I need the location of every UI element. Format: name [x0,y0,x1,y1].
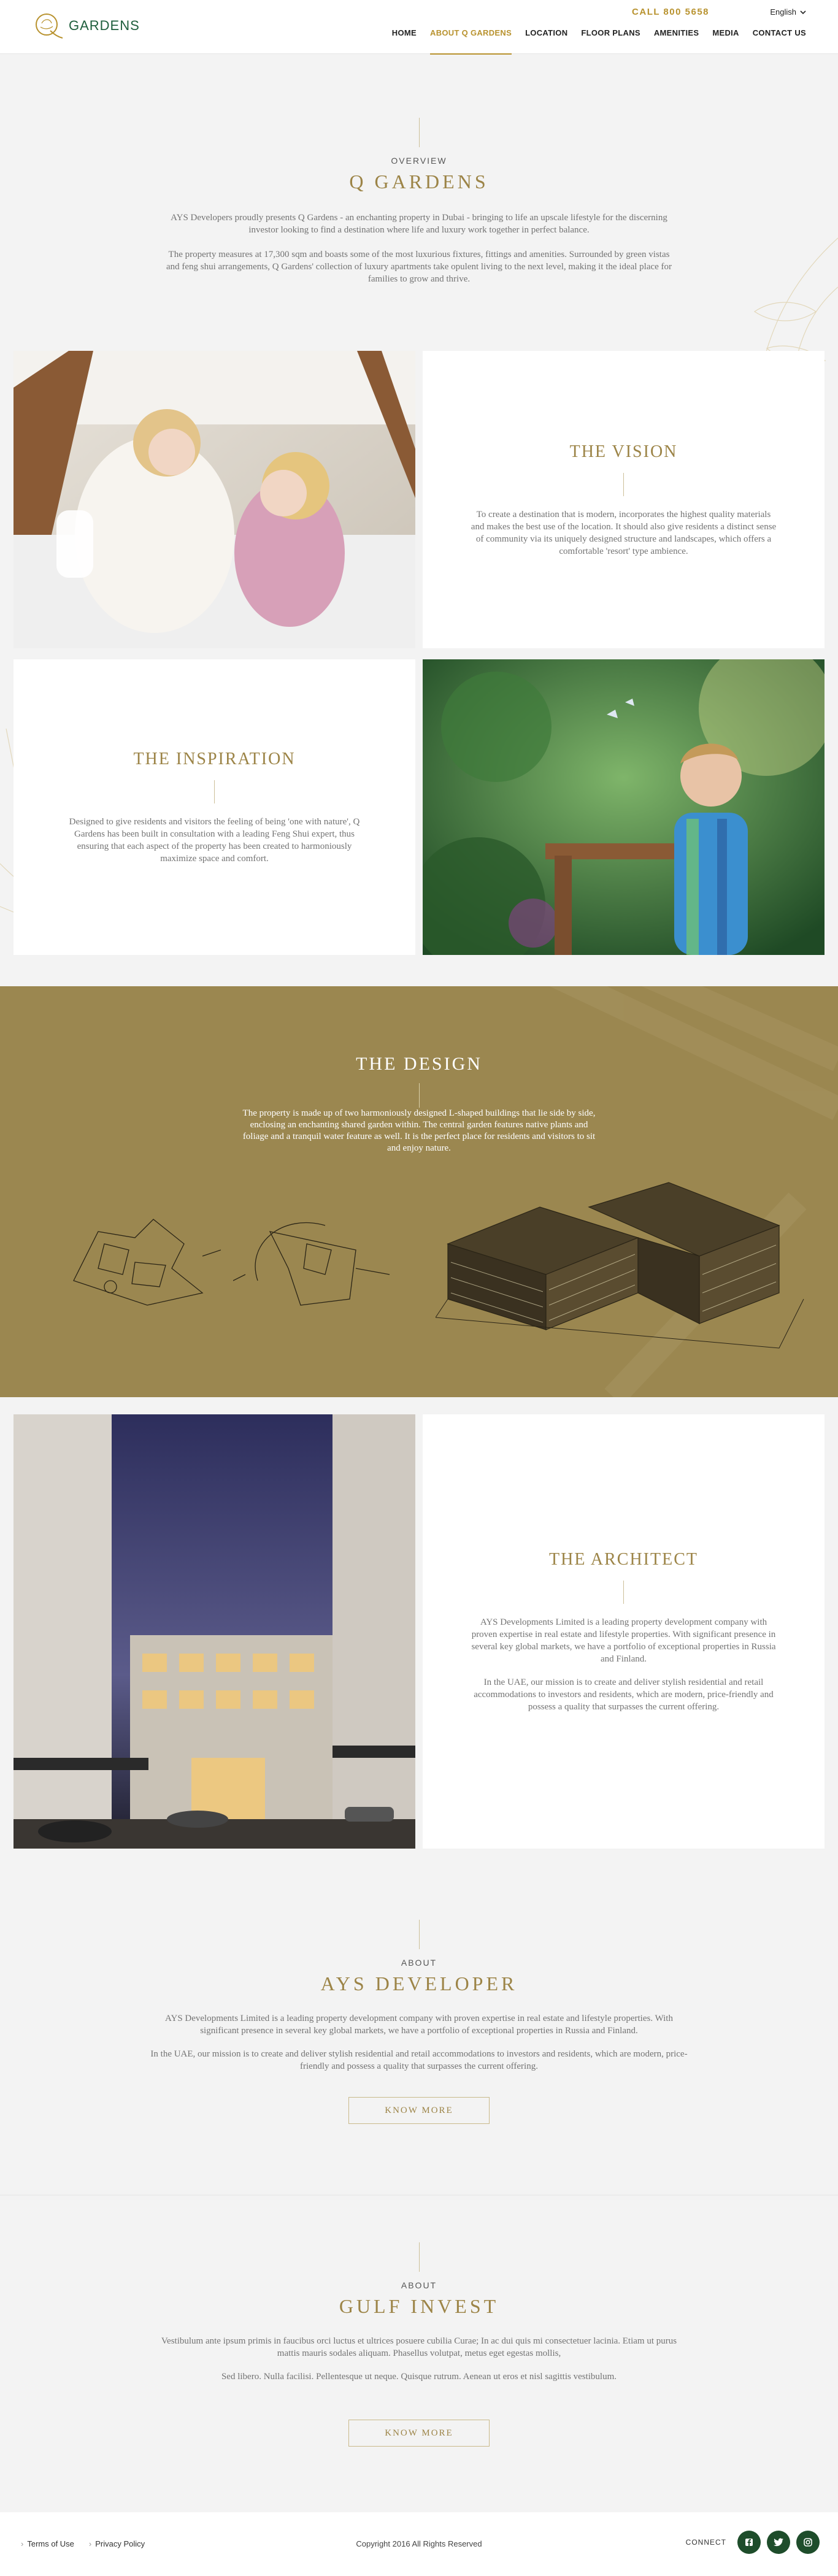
nav-contact-us[interactable]: CONTACT US [753,28,806,55]
language-selector[interactable]: English [770,7,806,17]
nav-media[interactable]: MEDIA [712,28,739,55]
site-header: GARDENS CALL 800 5658 English HOME ABOUT… [0,0,838,55]
divider-line [418,2242,420,2272]
boy-butterflies-photo [423,659,825,955]
section-divider [0,2195,838,2196]
building-night-render [13,1414,415,1849]
overview-paragraph-1: AYS Developers proudly presents Q Garden… [171,213,667,235]
chevron-down-icon [800,10,806,14]
design-section: THE DESIGN The property is made up of tw… [0,986,838,1397]
overview-section: OVERVIEW Q GARDENS AYS Developers proudl… [0,118,838,285]
architect-paragraph-1: AYS Developments Limited is a leading pr… [471,1617,776,1664]
vision-text: To create a destination that is modern, … [471,509,777,556]
connect-label: CONNECT [685,2538,726,2547]
instagram-icon[interactable] [796,2531,820,2554]
overview-paragraph-2: The property measures at 17,300 sqm and … [166,250,672,284]
gulf-paragraph-2: Sed libero. Nulla facilisi. Pellentesque… [221,2372,617,2382]
language-label: English [770,7,796,17]
site-footer: › Terms of Use › Privacy Policy Copyright … [0,2512,838,2576]
nav-amenities[interactable]: AMENITIES [654,28,699,55]
divider-line [623,472,624,496]
ays-paragraph-1: AYS Developments Limited is a leading pr… [165,2014,673,2036]
design-title: THE DESIGN [356,1054,482,1074]
nav-floor-plans[interactable]: FLOOR PLANS [581,28,640,55]
overview-title: Q GARDENS [349,171,489,193]
site-plan-sketch-2 [233,1222,390,1306]
divider-line [214,780,215,803]
ays-eyebrow: ABOUT [401,1958,437,1968]
logo-text: GARDENS [69,18,140,33]
architect-card: THE ARCHITECT AYS Developments Limited i… [423,1414,825,1849]
ays-know-more-button[interactable]: KNOW MORE [348,2097,490,2124]
nav-location[interactable]: LOCATION [525,28,567,55]
building-3d-render [436,1182,804,1349]
architect-title: THE ARCHITECT [549,1550,698,1569]
ays-title: AYS DEVELOPER [320,1972,518,1995]
gulf-title: GULF INVEST [339,2295,499,2317]
about-gulf-invest-section: ABOUT GULF INVEST Vestibulum ante ipsum … [0,2242,838,2447]
call-number[interactable]: CALL 800 5658 [632,7,709,17]
divider-line [623,1581,624,1604]
vision-card: THE VISION To create a destination that … [423,351,825,648]
inspiration-text: Designed to give residents and visitors … [69,817,360,864]
nav-home[interactable]: HOME [392,28,417,55]
design-text: The property is made up of two harmoniou… [242,1108,596,1153]
gulf-eyebrow: ABOUT [401,2280,437,2290]
inspiration-card: THE INSPIRATION Designed to give residen… [13,659,415,955]
twitter-icon[interactable] [767,2531,790,2554]
main-nav: HOME ABOUT Q GARDENS LOCATION FLOOR PLAN… [392,28,806,55]
divider-line [418,1920,420,1949]
mother-daughter-photo [13,351,415,648]
divider-line [418,118,420,147]
site-plan-sketch-1 [73,1219,221,1306]
about-ays-section: ABOUT AYS DEVELOPER AYS Developments Lim… [0,1920,838,2124]
ays-paragraph-2: In the UAE, our mission is to create and… [150,2049,688,2071]
social-links: CONNECT [686,2531,820,2554]
gulf-know-more-button[interactable]: KNOW MORE [348,2420,490,2447]
vision-title: THE VISION [569,442,678,461]
gulf-paragraph-1: Vestibulum ante ipsum primis in faucibus… [161,2336,677,2358]
logo[interactable]: GARDENS [32,7,140,44]
facebook-icon[interactable] [737,2531,761,2554]
overview-eyebrow: OVERVIEW [391,156,447,166]
inspiration-title: THE INSPIRATION [133,749,296,769]
q-logo-icon [36,13,63,39]
nav-about-q-gardens[interactable]: ABOUT Q GARDENS [430,28,512,55]
architect-paragraph-2: In the UAE, our mission is to create and… [474,1677,774,1712]
divider-line [419,1083,420,1108]
